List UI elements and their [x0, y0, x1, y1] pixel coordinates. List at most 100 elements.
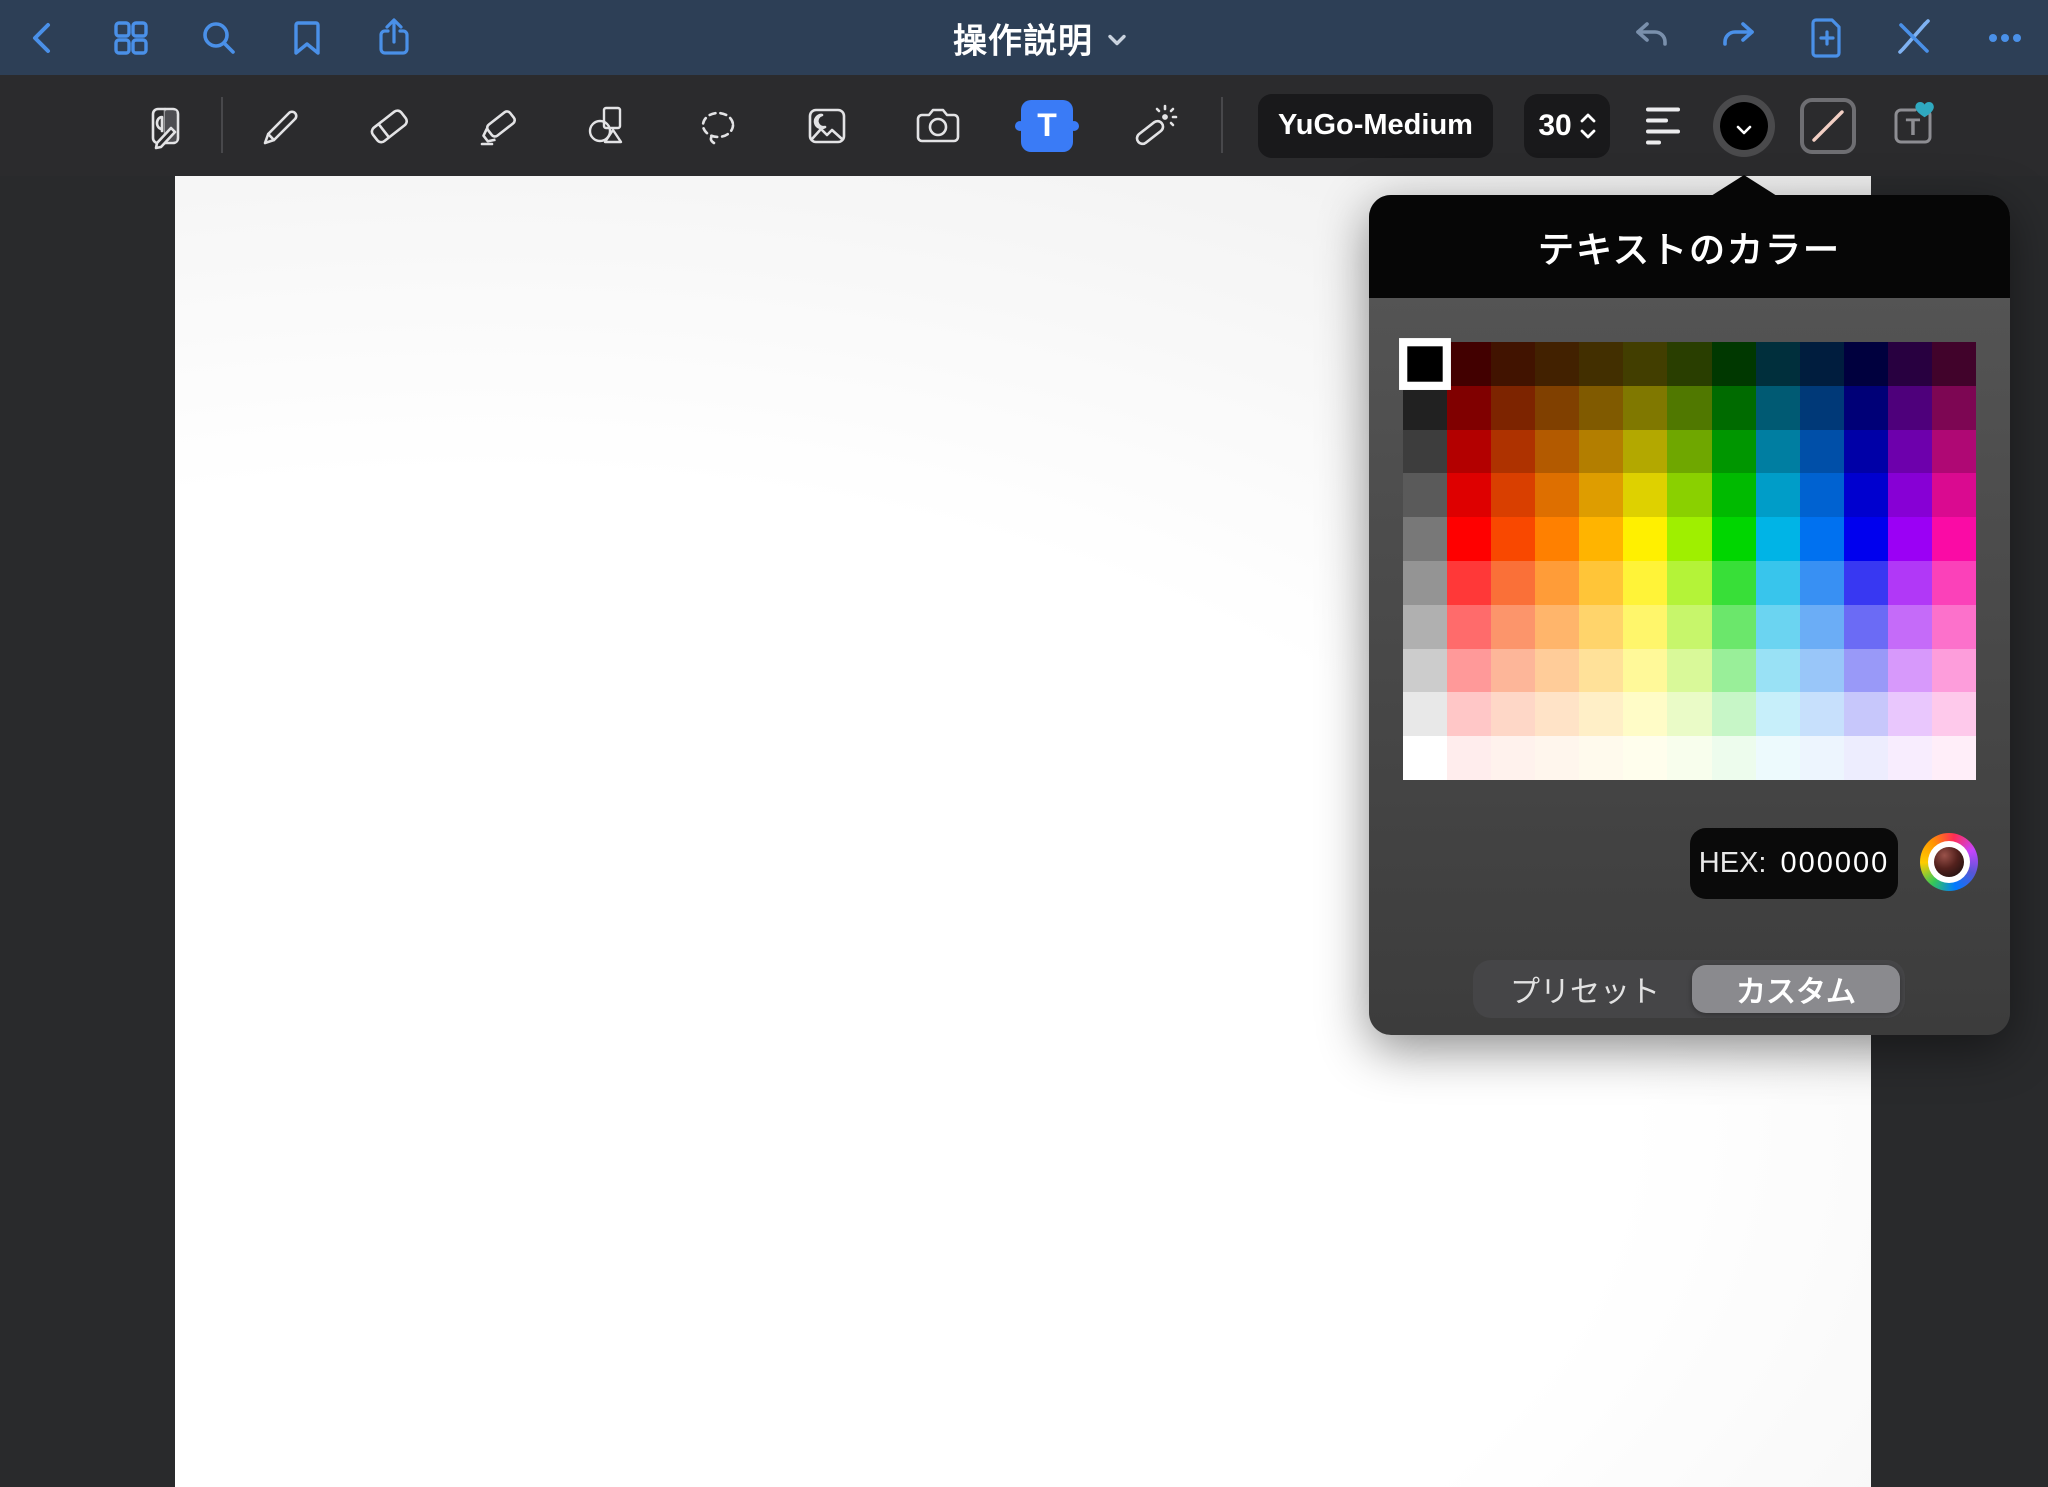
color-swatch[interactable] [1667, 649, 1711, 693]
color-swatch[interactable] [1579, 736, 1623, 780]
thumbnails-grid-icon[interactable] [109, 16, 153, 60]
color-swatch[interactable] [1844, 473, 1888, 517]
color-swatch[interactable] [1756, 430, 1800, 474]
search-icon[interactable] [197, 16, 241, 60]
stylus-disable-icon[interactable] [1892, 16, 1936, 60]
color-swatch[interactable] [1447, 386, 1491, 430]
color-swatch[interactable] [1535, 649, 1579, 693]
color-swatch[interactable] [1535, 517, 1579, 561]
color-swatch[interactable] [1756, 473, 1800, 517]
color-swatch[interactable] [1844, 430, 1888, 474]
color-swatch[interactable] [1756, 736, 1800, 780]
color-swatch[interactable] [1623, 692, 1667, 736]
color-swatch[interactable] [1844, 692, 1888, 736]
lasso-icon[interactable] [692, 100, 744, 152]
color-swatch[interactable] [1756, 386, 1800, 430]
color-swatch[interactable] [1535, 430, 1579, 474]
color-swatch[interactable] [1932, 736, 1976, 780]
color-swatch[interactable] [1623, 517, 1667, 561]
color-swatch[interactable] [1623, 649, 1667, 693]
highlighter-icon[interactable] [474, 100, 526, 152]
color-swatch[interactable] [1712, 386, 1756, 430]
color-swatch[interactable] [1844, 561, 1888, 605]
color-swatch[interactable] [1888, 430, 1932, 474]
color-swatch[interactable] [1535, 342, 1579, 386]
color-swatch[interactable] [1712, 517, 1756, 561]
color-swatch[interactable] [1667, 736, 1711, 780]
color-swatch[interactable] [1535, 736, 1579, 780]
color-swatch[interactable] [1667, 561, 1711, 605]
color-swatch[interactable] [1756, 692, 1800, 736]
color-swatch[interactable] [1491, 605, 1535, 649]
color-swatch[interactable] [1800, 342, 1844, 386]
color-swatch[interactable] [1756, 605, 1800, 649]
color-swatch[interactable] [1447, 517, 1491, 561]
color-swatch[interactable] [1623, 342, 1667, 386]
color-swatch[interactable] [1403, 692, 1447, 736]
color-swatch[interactable] [1932, 430, 1976, 474]
text-style-heart-button[interactable]: T [1885, 98, 1941, 154]
color-swatch[interactable] [1579, 517, 1623, 561]
color-swatch[interactable] [1667, 605, 1711, 649]
color-swatch[interactable] [1447, 430, 1491, 474]
color-swatch[interactable] [1888, 561, 1932, 605]
color-swatch[interactable] [1844, 517, 1888, 561]
color-swatch[interactable] [1667, 692, 1711, 736]
color-swatch[interactable] [1579, 561, 1623, 605]
color-swatch[interactable] [1932, 473, 1976, 517]
shapes-icon[interactable] [580, 100, 632, 152]
color-swatch[interactable] [1667, 386, 1711, 430]
color-wheel-button[interactable] [1920, 833, 1978, 891]
color-swatch[interactable] [1712, 561, 1756, 605]
color-swatch[interactable] [1535, 386, 1579, 430]
color-swatch[interactable] [1403, 517, 1447, 561]
color-swatch[interactable] [1491, 692, 1535, 736]
undo-icon[interactable] [1630, 16, 1674, 60]
pen-icon[interactable] [255, 101, 305, 151]
font-size-stepper[interactable]: 30 [1524, 94, 1610, 158]
color-swatch[interactable] [1403, 605, 1447, 649]
color-swatch[interactable] [1579, 342, 1623, 386]
color-swatch[interactable] [1535, 692, 1579, 736]
color-swatch[interactable] [1579, 386, 1623, 430]
color-swatch[interactable] [1800, 561, 1844, 605]
color-swatch[interactable] [1403, 736, 1447, 780]
color-swatch[interactable] [1800, 736, 1844, 780]
color-swatch[interactable] [1667, 473, 1711, 517]
color-swatch[interactable] [1623, 473, 1667, 517]
preset-tab[interactable]: プリセット [1478, 965, 1692, 1013]
color-swatch[interactable] [1888, 605, 1932, 649]
color-swatch[interactable] [1447, 342, 1491, 386]
color-swatch[interactable] [1623, 605, 1667, 649]
color-swatch[interactable] [1403, 649, 1447, 693]
color-swatch[interactable] [1623, 386, 1667, 430]
color-swatch[interactable] [1932, 517, 1976, 561]
eraser-icon[interactable] [363, 100, 415, 152]
laser-pointer-icon[interactable] [1131, 100, 1183, 152]
color-swatch[interactable] [1800, 517, 1844, 561]
back-chevron-icon[interactable] [23, 18, 63, 58]
color-swatch[interactable] [1712, 605, 1756, 649]
share-icon[interactable] [372, 16, 416, 60]
color-swatch[interactable] [1447, 605, 1491, 649]
color-swatch[interactable] [1932, 342, 1976, 386]
color-swatch[interactable] [1623, 430, 1667, 474]
color-swatch[interactable] [1579, 649, 1623, 693]
color-swatch[interactable] [1844, 342, 1888, 386]
document-edit-icon[interactable] [141, 102, 189, 150]
color-swatch[interactable] [1623, 736, 1667, 780]
color-swatch[interactable] [1491, 473, 1535, 517]
color-swatch[interactable] [1491, 517, 1535, 561]
color-swatch[interactable] [1579, 473, 1623, 517]
bookmark-icon[interactable] [285, 16, 329, 60]
text-tool-icon[interactable]: T [1021, 100, 1073, 152]
color-swatch[interactable] [1888, 692, 1932, 736]
color-swatch[interactable] [1844, 605, 1888, 649]
color-swatch[interactable] [1800, 649, 1844, 693]
color-swatch[interactable] [1712, 692, 1756, 736]
camera-icon[interactable] [912, 100, 964, 152]
color-swatch[interactable] [1579, 605, 1623, 649]
color-swatch[interactable] [1800, 605, 1844, 649]
stroke-style-button[interactable] [1800, 98, 1856, 154]
color-swatch[interactable] [1447, 473, 1491, 517]
